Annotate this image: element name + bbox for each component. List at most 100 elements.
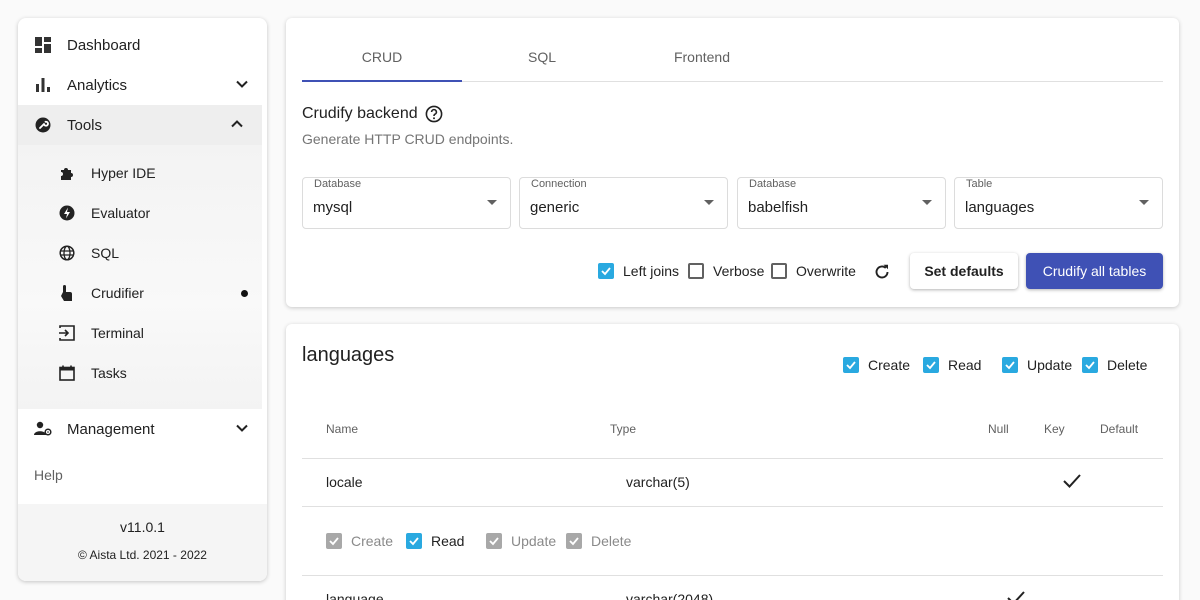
sub-item-label: Tasks (91, 365, 127, 381)
sub-item-evaluator[interactable]: Evaluator (18, 193, 262, 233)
left-joins-checkbox[interactable]: Left joins (598, 263, 679, 279)
chevron-up-icon (231, 120, 243, 128)
terminal-icon (58, 324, 76, 342)
read-checkbox[interactable]: Read (923, 357, 981, 373)
checkbox-checked-icon (923, 357, 939, 373)
verbose-checkbox[interactable]: Verbose (688, 263, 764, 279)
overwrite-checkbox[interactable]: Overwrite (771, 263, 856, 279)
crudify-all-button[interactable]: Crudify all tables (1026, 253, 1163, 289)
select-value: languages (965, 199, 1035, 216)
tab-sql[interactable]: SQL (462, 36, 622, 82)
checkbox-label: Create (868, 357, 911, 373)
select-value: babelfish (748, 199, 809, 216)
sub-item-label: Crudifier (91, 285, 144, 301)
globe-icon (58, 244, 76, 262)
row-type-cell: varchar(2048) (626, 591, 714, 600)
nav-tools-label: Tools (67, 116, 103, 134)
database-select[interactable]: Database babelfish (737, 177, 946, 229)
tab-frontend[interactable]: Frontend (622, 36, 782, 82)
analytics-icon (34, 76, 52, 94)
sidebar-footer: v11.0.1 © Aista Ltd. 2021 - 2022 (18, 504, 267, 581)
table-card: languages Create Read Update Delete Name… (286, 324, 1179, 600)
row-type-cell: varchar(5) (626, 474, 690, 490)
sidebar: Dashboard Analytics Tools Hyper IDE Eval… (18, 18, 267, 581)
checkbox-unchecked-icon (771, 263, 787, 279)
checkbox-disabled-icon (566, 533, 582, 549)
page-title: Crudify backend (302, 105, 443, 123)
row-read-checkbox[interactable]: Read (406, 533, 464, 549)
page-subtitle: Generate HTTP CRUD endpoints. (302, 131, 514, 147)
key-check-icon (1063, 474, 1081, 488)
help-circle-icon[interactable] (425, 105, 443, 123)
row-name-cell: language (326, 591, 384, 600)
column-header-null: Null (988, 422, 1009, 436)
table-title: languages (302, 344, 395, 366)
checkbox-checked-icon (406, 533, 422, 549)
sub-item-label: Terminal (91, 325, 144, 341)
checkbox-label: Update (511, 533, 557, 549)
sub-item-label: Evaluator (91, 205, 151, 221)
checkbox-checked-icon (1002, 357, 1018, 373)
tools-submenu: Hyper IDE Evaluator SQL Crudifier Termin… (18, 145, 262, 409)
checkbox-unchecked-icon (688, 263, 704, 279)
copyright-label: © Aista Ltd. 2021 - 2022 (78, 548, 207, 562)
column-header-default: Default (1100, 422, 1139, 436)
checkbox-label: Create (351, 533, 394, 549)
active-dot (241, 290, 248, 297)
puzzle-icon (58, 164, 76, 182)
nav-dashboard-label: Dashboard (67, 36, 141, 54)
sub-item-terminal[interactable]: Terminal (18, 313, 262, 353)
checkbox-label: Delete (591, 533, 632, 549)
sub-item-label: SQL (91, 245, 120, 261)
dropdown-arrow-icon (704, 200, 714, 205)
null-check-icon (1007, 591, 1025, 600)
touch-icon (58, 284, 76, 302)
table-select[interactable]: Table languages (954, 177, 1163, 229)
tab-bar: CRUD SQL Frontend (302, 36, 1163, 82)
select-label: Database (749, 178, 797, 190)
nav-dashboard[interactable]: Dashboard (18, 25, 267, 65)
row-divider (302, 458, 1163, 459)
select-value: mysql (313, 199, 353, 216)
checkbox-label: Overwrite (796, 263, 856, 279)
nav-management[interactable]: Management (18, 409, 267, 449)
set-defaults-button[interactable]: Set defaults (910, 253, 1018, 289)
checkbox-checked-icon (1082, 357, 1098, 373)
sub-item-crudifier[interactable]: Crudifier (18, 273, 262, 313)
tab-crud[interactable]: CRUD (302, 36, 462, 82)
wrench-icon (34, 116, 52, 134)
dropdown-arrow-icon (1139, 200, 1149, 205)
column-header-name: Name (326, 422, 359, 436)
dropdown-arrow-icon (922, 200, 932, 205)
checkbox-label: Left joins (623, 263, 680, 279)
update-checkbox[interactable]: Update (1002, 357, 1072, 373)
row-update-checkbox: Update (486, 533, 556, 549)
column-header-key: Key (1044, 422, 1065, 436)
refresh-icon[interactable] (873, 263, 891, 281)
row-delete-checkbox: Delete (566, 533, 631, 549)
sub-item-tasks[interactable]: Tasks (18, 353, 262, 393)
page-title-text: Crudify backend (302, 105, 418, 122)
chevron-down-icon (236, 80, 248, 88)
checkbox-label: Read (948, 357, 982, 373)
nav-tools[interactable]: Tools (18, 105, 262, 145)
sub-item-label: Hyper IDE (91, 165, 156, 181)
chevron-down-icon (236, 424, 248, 432)
nav-analytics-label: Analytics (67, 76, 128, 94)
select-label: Database (314, 178, 362, 190)
database-type-select[interactable]: Database mysql (302, 177, 511, 229)
connection-select[interactable]: Connection generic (519, 177, 728, 229)
nav-analytics[interactable]: Analytics (18, 65, 267, 105)
checkbox-disabled-icon (326, 533, 342, 549)
checkbox-disabled-icon (486, 533, 502, 549)
sub-item-hyper-ide[interactable]: Hyper IDE (18, 153, 262, 193)
help-link[interactable]: Help (34, 467, 63, 483)
row-name-cell: locale (326, 474, 363, 490)
create-checkbox[interactable]: Create (843, 357, 910, 373)
checkbox-label: Update (1027, 357, 1073, 373)
bolt-icon (58, 204, 76, 222)
sub-item-sql[interactable]: SQL (18, 233, 262, 273)
row-create-checkbox: Create (326, 533, 393, 549)
delete-checkbox[interactable]: Delete (1082, 357, 1147, 373)
select-label: Table (966, 178, 993, 190)
